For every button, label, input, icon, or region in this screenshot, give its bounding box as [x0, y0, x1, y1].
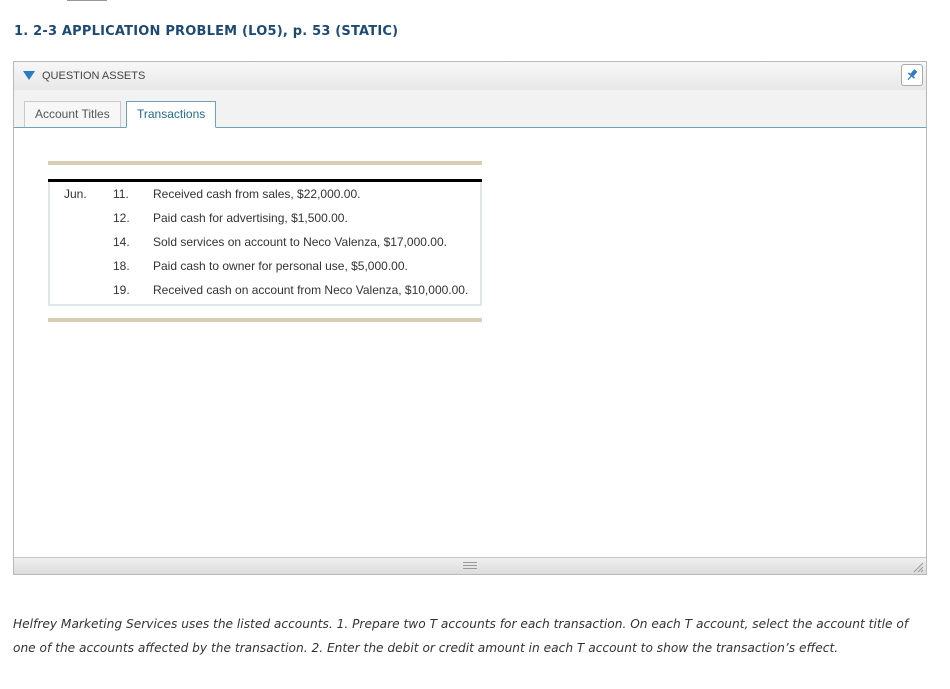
- table-row: 19. Received cash on account from Neco V…: [50, 279, 480, 299]
- txn-day: 19.: [113, 283, 130, 297]
- txn-description: Received cash from sales, $22,000.00.: [153, 187, 361, 201]
- table-row: Jun. 11. Received cash from sales, $22,0…: [50, 183, 480, 203]
- table-row: 18. Paid cash to owner for personal use,…: [50, 255, 480, 275]
- txn-month: Jun.: [64, 187, 87, 201]
- question-assets-panel: QUESTION ASSETS Account Titles Transacti…: [13, 61, 927, 575]
- txn-description: Sold services on account to Neco Valenza…: [153, 235, 447, 249]
- panel-header[interactable]: QUESTION ASSETS: [14, 62, 926, 91]
- drag-handle-icon[interactable]: [463, 562, 477, 569]
- table-row: 14. Sold services on account to Neco Val…: [50, 231, 480, 251]
- txn-description: Received cash on account from Neco Valen…: [153, 283, 469, 297]
- top-divider: [67, 0, 107, 1]
- tab-account-titles[interactable]: Account Titles: [24, 101, 121, 127]
- txn-day: 18.: [113, 259, 130, 273]
- bottom-rule: [48, 318, 482, 322]
- tab-transactions[interactable]: Transactions: [126, 101, 217, 128]
- resize-grip-icon[interactable]: [912, 561, 924, 573]
- transactions-table: Jun. 11. Received cash from sales, $22,0…: [48, 179, 482, 306]
- pin-button[interactable]: [901, 64, 923, 86]
- txn-day: 14.: [113, 235, 130, 249]
- panel-footer: [14, 557, 926, 574]
- top-rule: [48, 161, 482, 165]
- panel-header-label: QUESTION ASSETS: [42, 70, 146, 82]
- txn-description: Paid cash to owner for personal use, $5,…: [153, 259, 408, 273]
- pin-icon: [907, 69, 918, 81]
- problem-title: 1. 2-3 APPLICATION PROBLEM (LO5), p. 53 …: [14, 24, 399, 39]
- table-row: 12. Paid cash for advertising, $1,500.00…: [50, 207, 480, 227]
- txn-day: 11.: [113, 187, 129, 201]
- txn-day: 12.: [113, 211, 130, 225]
- table-top-border: [48, 179, 482, 182]
- instructions-text: Helfrey Marketing Services uses the list…: [13, 617, 909, 655]
- tab-bar: Account Titles Transactions: [14, 90, 926, 128]
- txn-description: Paid cash for advertising, $1,500.00.: [153, 211, 348, 225]
- collapse-triangle-icon[interactable]: [23, 71, 35, 80]
